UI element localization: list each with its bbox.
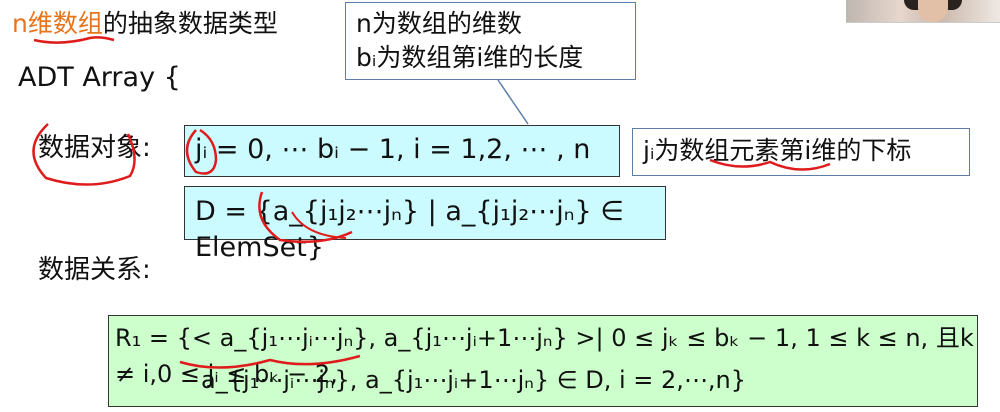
title-underline-ink xyxy=(33,36,115,44)
annotation-ink-layer xyxy=(32,36,831,369)
subscript-swoosh-ink xyxy=(291,211,347,239)
callout-pointer-line xyxy=(497,79,529,125)
subscript-circle-ink xyxy=(258,191,353,244)
ji-circle-ink xyxy=(185,128,218,175)
relation-underline-ink xyxy=(179,354,361,369)
callout-underline-ink xyxy=(709,158,831,171)
label-circle-ink xyxy=(32,123,136,186)
